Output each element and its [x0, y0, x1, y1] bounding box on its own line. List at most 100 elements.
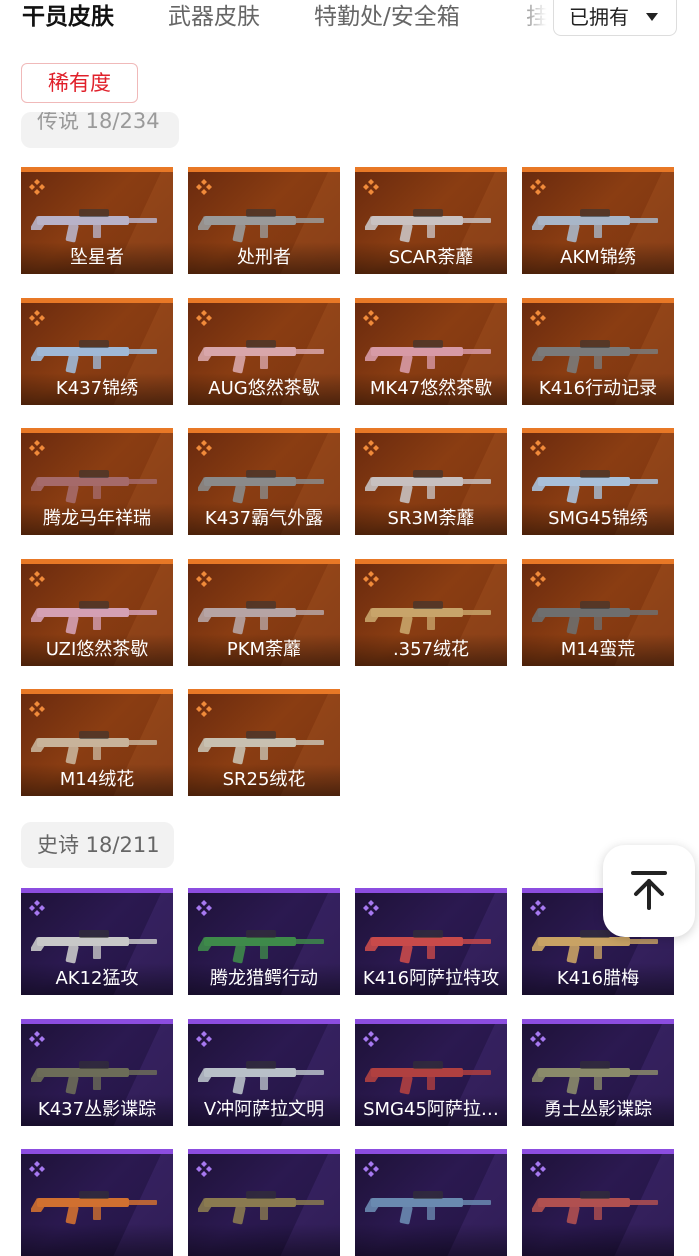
diamond-cluster-icon — [530, 440, 546, 456]
epic-section-label: 史诗 18/211 — [21, 822, 174, 868]
weapon-image — [198, 600, 324, 634]
legend-skin-card[interactable]: SR3M荼蘼 — [355, 428, 507, 535]
diamond-cluster-icon — [29, 309, 45, 326]
weapon-image — [198, 1191, 324, 1225]
legend-skin-card[interactable]: AKM锦绣 — [522, 167, 674, 274]
diamond-cluster-icon — [29, 440, 45, 456]
skin-name-label: AKM锦绣 — [522, 242, 674, 274]
legend-skin-card[interactable]: SR25绒花 — [188, 689, 340, 796]
legend-skin-card[interactable]: K437锦绣 — [21, 297, 173, 405]
back-to-top-button[interactable] — [603, 845, 695, 937]
diamond-cluster-icon — [363, 570, 379, 587]
weapon-image — [532, 1060, 658, 1094]
skin-name-label: AK12猛攻 — [21, 963, 173, 995]
weapon-image — [31, 731, 157, 765]
diamond-cluster-icon — [530, 309, 546, 326]
diamond-cluster-icon — [196, 900, 212, 916]
skin-name-label: MK47悠然茶歇 — [355, 372, 507, 405]
weapon-image — [31, 1060, 157, 1094]
skin-name-label — [355, 1224, 507, 1256]
skin-name-label: .357绒花 — [355, 633, 507, 666]
legend-skin-card[interactable]: AUG悠然茶歇 — [188, 297, 340, 405]
skin-name-label: K416腊梅 — [522, 963, 674, 995]
legend-skin-card[interactable]: K416行动记录 — [522, 297, 674, 405]
diamond-cluster-icon — [29, 570, 45, 587]
category-tabs: 干员皮肤 武器皮肤 特勤处/安全箱 挂 已拥有 — [0, 0, 699, 40]
caret-down-icon — [646, 13, 658, 21]
diamond-cluster-icon — [196, 179, 212, 195]
legend-skin-card[interactable]: .357绒花 — [355, 558, 507, 666]
skin-name-label: K437锦绣 — [21, 372, 173, 405]
epic-skin-card[interactable] — [522, 1149, 674, 1256]
weapon-image — [198, 731, 324, 765]
weapon-image — [31, 339, 157, 373]
epic-skin-card[interactable]: AK12猛攻 — [21, 888, 173, 995]
weapon-image — [365, 339, 491, 373]
legend-section-label: 传说 18/234 — [21, 112, 179, 148]
diamond-cluster-icon — [363, 309, 379, 326]
epic-skin-card[interactable]: V冲阿萨拉文明 — [188, 1018, 340, 1126]
weapon-image — [198, 930, 324, 964]
diamond-cluster-icon — [530, 570, 546, 587]
skin-name-label: PKM荼蘼 — [188, 633, 340, 666]
weapon-image — [365, 209, 491, 243]
epic-skin-card[interactable]: K416阿萨拉特攻 — [355, 888, 507, 995]
epic-skin-card[interactable]: SMG45阿萨拉… — [355, 1018, 507, 1126]
skin-name-label — [188, 1224, 340, 1256]
weapon-image — [532, 339, 658, 373]
epic-skin-card[interactable]: K437丛影谍踪 — [21, 1018, 173, 1126]
legend-skin-card[interactable]: M14绒花 — [21, 689, 173, 796]
diamond-cluster-icon — [363, 440, 379, 456]
weapon-image — [365, 1191, 491, 1225]
legend-skin-card[interactable]: PKM荼蘼 — [188, 558, 340, 666]
legend-skin-card[interactable]: K437霸气外露 — [188, 428, 340, 535]
skin-name-label: K437丛影谍踪 — [21, 1093, 173, 1126]
diamond-cluster-icon — [196, 570, 212, 587]
skin-name-label: SCAR荼蘼 — [355, 242, 507, 274]
weapon-image — [31, 470, 157, 504]
legend-skin-card[interactable]: 腾龙马年祥瑞 — [21, 428, 173, 535]
diamond-cluster-icon — [363, 179, 379, 195]
legend-section-text: 传说 18/234 — [37, 112, 160, 133]
skin-name-label: M14绒花 — [21, 764, 173, 796]
skin-name-label: 勇士丛影谍踪 — [522, 1093, 674, 1126]
weapon-image — [532, 1191, 658, 1225]
diamond-cluster-icon — [363, 1161, 379, 1177]
diamond-cluster-icon — [29, 1161, 45, 1177]
legend-skin-card[interactable]: 坠星者 — [21, 167, 173, 274]
tab-operator-skins[interactable]: 干员皮肤 — [22, 0, 114, 34]
legend-skin-card[interactable]: MK47悠然茶歇 — [355, 297, 507, 405]
weapon-image — [365, 930, 491, 964]
diamond-cluster-icon — [530, 179, 546, 195]
legend-skin-card[interactable]: UZI悠然茶歇 — [21, 558, 173, 666]
skin-name-label: K416行动记录 — [522, 372, 674, 405]
diamond-cluster-icon — [196, 1161, 212, 1177]
diamond-cluster-icon — [29, 701, 45, 717]
weapon-image — [532, 209, 658, 243]
epic-skin-card[interactable] — [355, 1149, 507, 1256]
weapon-image — [198, 1060, 324, 1094]
skin-name-label: K437霸气外露 — [188, 503, 340, 535]
legend-skin-card[interactable]: M14蛮荒 — [522, 558, 674, 666]
skin-name-label: 处刑者 — [188, 242, 340, 274]
tab-secret-service-safebox[interactable]: 特勤处/安全箱 — [314, 0, 460, 34]
epic-skin-card[interactable]: 勇士丛影谍踪 — [522, 1018, 674, 1126]
skin-name-label: SR3M荼蘼 — [355, 503, 507, 535]
epic-skin-card[interactable]: 腾龙猎鳄行动 — [188, 888, 340, 995]
legend-skin-card[interactable]: SCAR荼蘼 — [355, 167, 507, 274]
weapon-image — [31, 209, 157, 243]
epic-skin-card[interactable] — [21, 1149, 173, 1256]
weapon-image — [365, 600, 491, 634]
owned-filter-dropdown[interactable]: 已拥有 — [553, 0, 677, 36]
epic-skin-card[interactable] — [188, 1149, 340, 1256]
weapon-image — [31, 600, 157, 634]
legend-skin-card[interactable]: SMG45锦绣 — [522, 428, 674, 535]
skin-name-label: V冲阿萨拉文明 — [188, 1093, 340, 1126]
weapon-image — [198, 209, 324, 243]
legend-skin-card[interactable]: 处刑者 — [188, 167, 340, 274]
tab-weapon-skins[interactable]: 武器皮肤 — [168, 0, 260, 34]
owned-filter-label: 已拥有 — [569, 5, 629, 29]
rarity-filter-button[interactable]: 稀有度 — [21, 63, 138, 103]
skin-name-label: AUG悠然茶歇 — [188, 372, 340, 405]
weapon-image — [31, 930, 157, 964]
